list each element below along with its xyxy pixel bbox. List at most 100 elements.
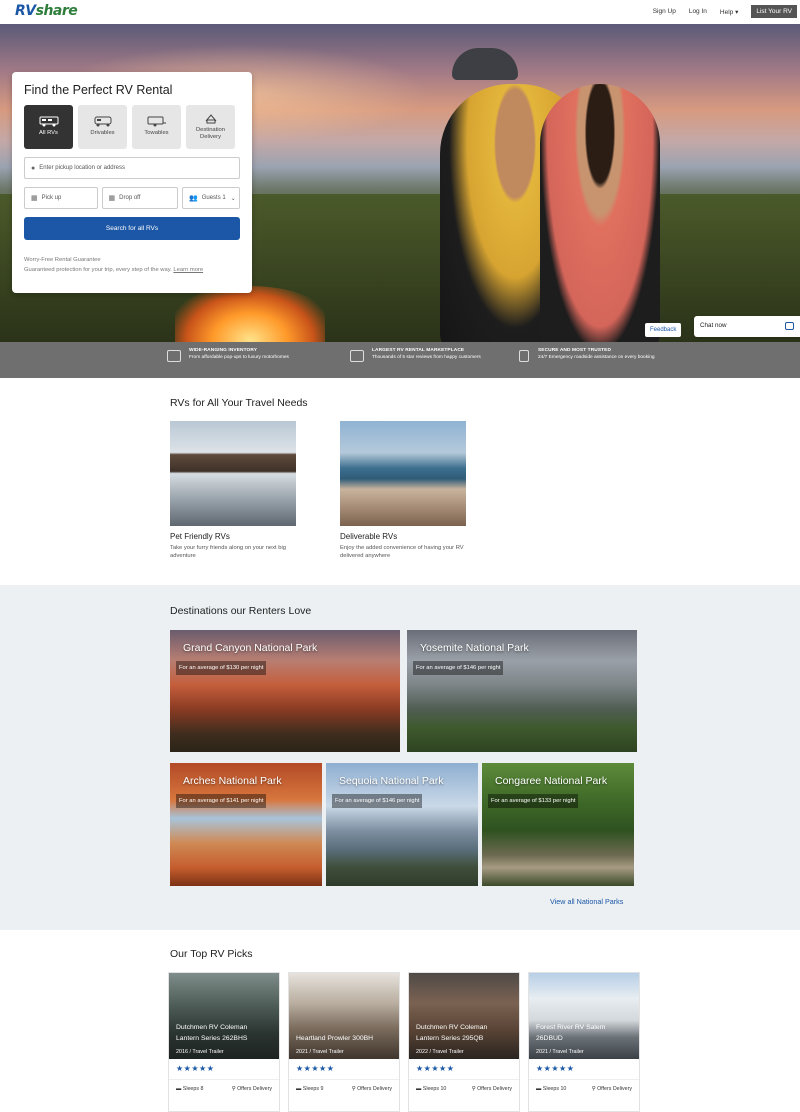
bed-icon: ▬ — [176, 1086, 183, 1092]
rv-name: Dutchmen RV Coleman Lantern Series 262BHS — [176, 1023, 247, 1045]
guarantee-text: Guaranteed protection for your trip, eve… — [24, 266, 240, 276]
destination-name: Yosemite National Park — [420, 642, 529, 654]
feature-text: 24/7 Emergency roadside assistance on ev… — [538, 355, 655, 361]
destination-price: For an average of $133 per night — [488, 794, 579, 808]
rv-pick-card[interactable]: Dutchmen RV Coleman Lantern Series 262BHS… — [168, 972, 280, 1112]
feedback-button[interactable]: Feedback — [645, 323, 682, 337]
campfire — [175, 286, 325, 342]
grand-canyon-card[interactable]: Grand Canyon National Park For an averag… — [170, 630, 400, 752]
pet-friendly-card[interactable]: Pet Friendly RVs Take your furry friends… — [170, 421, 300, 560]
chat-widget[interactable]: Chat now — [694, 316, 800, 337]
people-icon: 👥 — [189, 195, 198, 202]
deliverable-image — [340, 421, 466, 526]
sleeps-text: Sleeps 8 — [182, 1086, 204, 1092]
rv-pick-card[interactable]: Dutchmen RV Coleman Lantern Series 295QB … — [408, 972, 520, 1112]
rating-stars: ★★★★★ — [416, 1064, 455, 1073]
dropoff-date-input[interactable]: ▦ Drop off — [101, 187, 178, 209]
delivery-info: ⚲ Offers Delivery — [472, 1086, 512, 1092]
picks-title: Our Top RV Picks — [170, 948, 253, 960]
rv-year-type: 2022 / Travel Trailer — [416, 1049, 464, 1055]
guests-label: Guests — [201, 195, 221, 201]
pin-icon: ● — [31, 164, 36, 172]
delivery-text: Offers Delivery — [477, 1086, 512, 1092]
type-destination-delivery[interactable]: Destination Delivery — [186, 105, 235, 149]
rv-photo: Forest River RV Salem 26DBUD 2021 / Trave… — [529, 973, 639, 1059]
rv-meta: ▬ Sleeps 8 ⚲ Offers Delivery — [169, 1079, 279, 1098]
destination-price: For an average of $146 per night — [332, 794, 423, 808]
rv-pick-card[interactable]: Forest River RV Salem 26DBUD 2021 / Trave… — [528, 972, 640, 1112]
feature-text: Thousands of 5 star reviews from happy c… — [372, 355, 481, 361]
pickup-date-input[interactable]: ▦ Pick up — [24, 187, 98, 209]
destination-name: Arches National Park — [183, 775, 282, 787]
guests-value: 1 — [222, 195, 226, 201]
sleeps-text: Sleeps 9 — [302, 1086, 324, 1092]
learn-more-link[interactable]: Learn more — [173, 267, 203, 273]
travel-section-title: RVs for All Your Travel Needs — [170, 397, 308, 409]
rv-meta: ▬ Sleeps 9 ⚲ Offers Delivery — [289, 1079, 399, 1098]
location-input[interactable]: ● Enter pickup location or address — [24, 157, 240, 179]
help-menu[interactable]: Help ▾ — [720, 8, 738, 16]
delivery-info: ⚲ Offers Delivery — [352, 1086, 392, 1092]
rv-name-line1: Heartland Prowler 300BH — [296, 1035, 374, 1043]
rv-photo: Dutchmen RV Coleman Lantern Series 295QB … — [409, 973, 519, 1059]
feature-item: SECURE AND MOST TRUSTED 24/7 Emergency ro… — [519, 347, 708, 362]
signup-link[interactable]: Sign Up — [653, 8, 676, 15]
rv-name-line2: 26DBUD — [536, 1035, 563, 1043]
sleeps-text: Sleeps 10 — [422, 1086, 447, 1092]
type-drivables[interactable]: Drivables — [78, 105, 127, 149]
rvshare-logo[interactable]: RVshare — [15, 3, 78, 19]
destination-name: Grand Canyon National Park — [183, 642, 318, 654]
rv-name: Heartland Prowler 300BH — [296, 1034, 373, 1045]
rv-icon — [350, 350, 364, 362]
pet-friendly-image — [170, 421, 296, 526]
card-title: Deliverable RVs — [340, 532, 398, 541]
rv-year-type: 2021 / Travel Trailer — [296, 1049, 344, 1055]
feature-band: WIDE-RANGING INVENTORY From affordable po… — [0, 342, 800, 378]
rv-photo: Dutchmen RV Coleman Lantern Series 262BHS… — [169, 973, 279, 1059]
cap — [452, 48, 518, 80]
feature-title: SECURE AND MOST TRUSTED — [538, 348, 612, 353]
search-button[interactable]: Search for all RVs — [24, 217, 240, 240]
rv-photo: Heartland Prowler 300BH 2021 / Travel Tr… — [289, 973, 399, 1059]
rv-name-line1: Dutchmen RV Coleman — [416, 1024, 488, 1032]
calendar-icon: ▦ — [108, 195, 116, 202]
rv-year-type: 2021 / Travel Trailer — [536, 1049, 584, 1055]
bed-icon: ▬ — [416, 1086, 423, 1092]
delivery-text: Offers Delivery — [357, 1086, 392, 1092]
top-nav: RVshare Sign Up Log In Help ▾ List Your … — [0, 0, 800, 24]
rv-name-line2: Lantern Series 262BHS — [176, 1035, 248, 1043]
login-link[interactable]: Log In — [689, 8, 707, 15]
type-label: Drivables — [90, 130, 115, 137]
trailer-icon — [147, 116, 166, 127]
yosemite-card[interactable]: Yosemite National Park For an average of… — [407, 630, 637, 752]
rating-stars: ★★★★★ — [296, 1064, 335, 1073]
rv-meta: ▬ Sleeps 10 ⚲ Offers Delivery — [529, 1079, 639, 1098]
sleeps-info: ▬ Sleeps 9 — [296, 1086, 323, 1092]
type-label: Destination Delivery — [195, 126, 225, 140]
congaree-card[interactable]: Congaree National Park For an average of… — [482, 763, 634, 886]
guests-select[interactable]: 👥 Guests 1 ⌄ — [182, 187, 240, 209]
rv-meta: ▬ Sleeps 10 ⚲ Offers Delivery — [409, 1079, 519, 1098]
delivery-icon — [205, 113, 216, 124]
pickup-label: Pick up — [41, 195, 62, 201]
search-title: Find the Perfect RV Rental — [24, 83, 173, 97]
type-label: All RVs — [39, 130, 58, 137]
rv-name-line1: Dutchmen RV Coleman — [176, 1024, 248, 1032]
delivery-info: ⚲ Offers Delivery — [232, 1086, 272, 1092]
deliverable-card[interactable]: Deliverable RVs Enjoy the added convenie… — [340, 421, 470, 560]
sleeps-text: Sleeps 10 — [542, 1086, 567, 1092]
card-title: Pet Friendly RVs — [170, 532, 230, 541]
feature-item: LARGEST RV RENTAL MARKETPLACE Thousands o… — [350, 347, 542, 362]
chat-bubble-icon — [785, 322, 794, 330]
delivery-text: Offers Delivery — [237, 1086, 272, 1092]
rv-type-selector: All RVs Drivables Towables Destination D… — [24, 105, 240, 149]
view-all-parks-link[interactable]: View all National Parks — [550, 897, 623, 906]
type-all-rvs[interactable]: All RVs — [24, 105, 73, 149]
sequoia-card[interactable]: Sequoia National Park For an average of … — [326, 763, 478, 886]
rv-year-type: 2016 / Travel Trailer — [176, 1049, 224, 1055]
rv-pick-card[interactable]: Heartland Prowler 300BH 2021 / Travel Tr… — [288, 972, 400, 1112]
type-towables[interactable]: Towables — [132, 105, 181, 149]
arches-card[interactable]: Arches National Park For an average of $… — [170, 763, 322, 886]
feature-title: WIDE-RANGING INVENTORY — [189, 348, 258, 353]
list-your-rv-button[interactable]: List Your RV — [751, 5, 797, 18]
